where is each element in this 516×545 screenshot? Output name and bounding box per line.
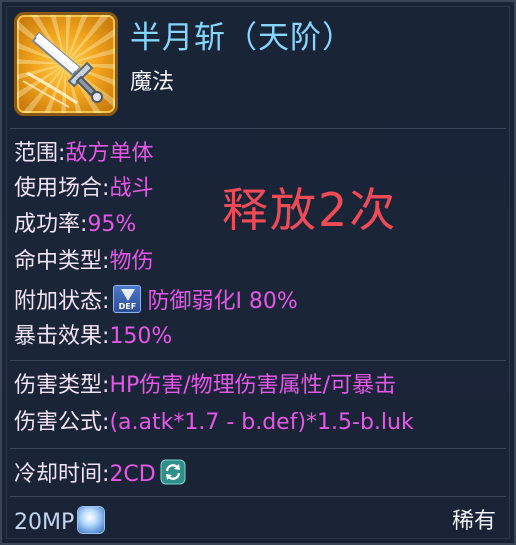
mp-cost-value: 20MP [14, 510, 75, 535]
stat-value: (a.atk*1.7 - b.def)*1.5-b.luk [109, 410, 414, 435]
skill-tooltip-card: 半月斩（天阶） 魔法 范围:敌方单体 使用场合:战斗 成功率:95% 命中类型:… [0, 0, 516, 545]
rarity-label: 稀有 [451, 509, 496, 534]
divider [10, 496, 506, 497]
stat-range: 范围:敌方单体 [14, 139, 153, 169]
stat-crit-effect: 暴击效果:150% [14, 322, 172, 352]
stat-label: 成功率 [14, 212, 81, 237]
stat-value: 战斗 [109, 176, 154, 201]
sword-slash-icon [22, 31, 103, 108]
skill-icon-frame [14, 12, 118, 116]
mp-orb-icon [78, 507, 105, 533]
stat-label: 命中类型 [14, 249, 103, 274]
stat-hit-type: 命中类型:物伤 [14, 247, 153, 277]
divider [10, 448, 506, 449]
skill-type: 魔法 [130, 70, 175, 95]
stat-value: 物伤 [109, 249, 154, 274]
stat-label: 使用场合 [14, 176, 103, 201]
stat-label: 范围 [14, 141, 59, 166]
stat-value: 2CD [109, 462, 156, 487]
stat-label: 伤害公式 [14, 410, 103, 435]
stat-label: 附加状态 [14, 289, 103, 314]
refresh-icon [160, 459, 186, 485]
stat-extra-state: 附加状态: DEF 防御弱化I 80% [14, 285, 298, 317]
release-count-annotation: 释放2次 [222, 183, 398, 237]
stat-value: 150% [109, 324, 173, 349]
cooldown: 冷却时间:2CD [14, 459, 186, 490]
divider [10, 360, 506, 361]
stat-value: 敌方单体 [65, 141, 154, 166]
colon: : [102, 289, 110, 314]
stat-value: 防御弱化I 80% [147, 289, 298, 314]
skill-name: 半月斩（天阶） [130, 20, 354, 56]
stat-occasion: 使用场合:战斗 [14, 174, 153, 204]
damage-formula: 伤害公式:(a.atk*1.7 - b.def)*1.5-b.luk [14, 408, 414, 438]
damage-type: 伤害类型:HP伤害/物理伤害属性/可暴击 [14, 371, 396, 401]
mp-cost: 20MP [14, 507, 105, 538]
stat-label: 伤害类型 [14, 373, 103, 398]
stat-success-rate: 成功率:95% [14, 210, 136, 240]
stat-value: HP伤害/物理伤害属性/可暴击 [109, 373, 397, 398]
stat-label: 冷却时间 [14, 462, 103, 487]
stat-label: 暴击效果 [14, 324, 103, 349]
divider [10, 128, 506, 129]
def-down-icon: DEF [113, 285, 142, 313]
stat-value: 95% [87, 212, 137, 237]
